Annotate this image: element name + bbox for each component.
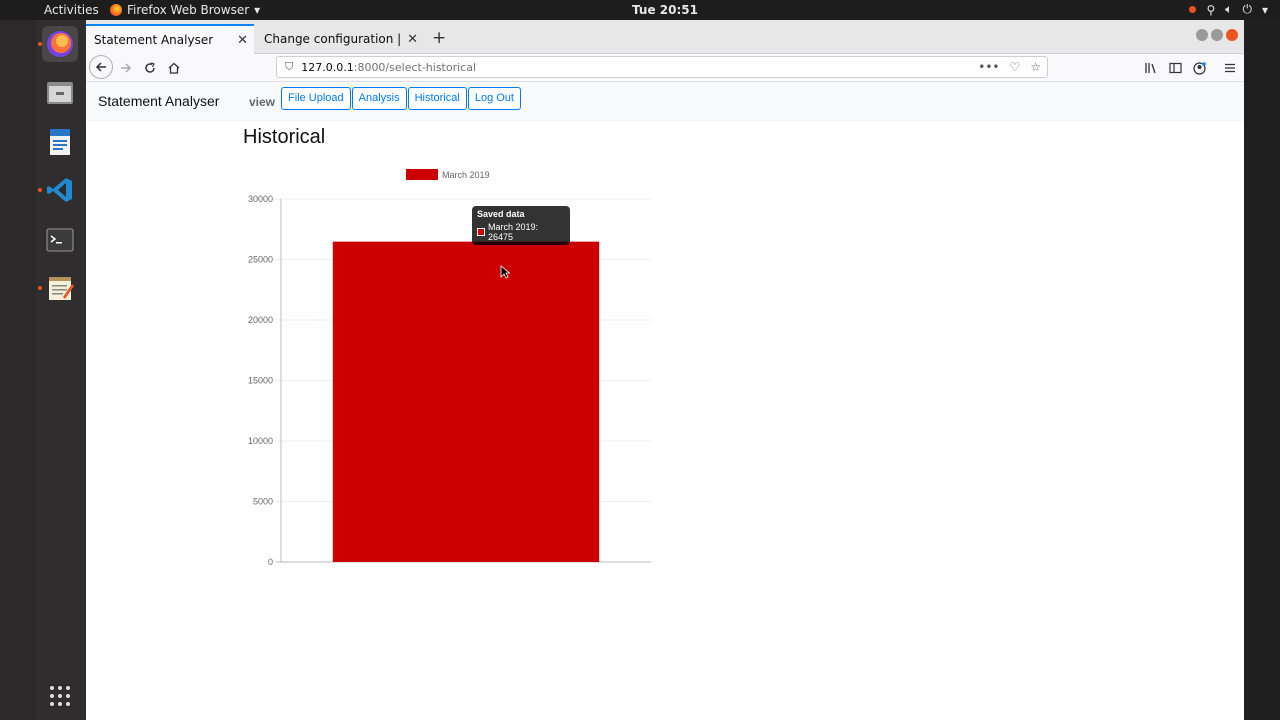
reload-button[interactable] [139,57,161,79]
dock [0,20,36,720]
show-applications-button[interactable] [42,678,78,714]
dock-running-indicator [38,42,42,46]
brand[interactable]: Statement Analyser [98,93,219,109]
volume-icon: 🔈︎ [1225,2,1233,16]
new-tab-button[interactable]: + [432,28,446,48]
y-tick-label: 25000 [248,255,273,265]
app-navbar: Statement Analyser view File Upload Anal… [86,82,1244,122]
home-icon [168,62,180,74]
document-icon [50,129,70,155]
vscode-icon [47,178,72,202]
home-button[interactable] [163,57,185,79]
maximize-button[interactable] [1211,29,1223,41]
dock-running-indicator [38,188,42,192]
pocket-icon[interactable]: ♡ [1009,60,1020,74]
y-tick-label: 5000 [253,497,273,507]
files-icon [47,82,73,104]
hamburger-icon [1225,63,1235,73]
y-tick-label: 20000 [248,315,273,325]
log-out-button[interactable]: Log Out [467,87,521,110]
url-bar[interactable]: ⛉ 127.0.0.1:8000/select-historical ••• ♡… [276,56,1048,78]
y-tick-label: 15000 [248,376,273,386]
chevron-down-icon: ▾ [1261,2,1268,17]
dock-terminal[interactable] [42,222,78,258]
power-icon: ⏻ [1242,2,1252,16]
forward-button[interactable] [115,57,137,79]
tab-strip: Statement Analyser ✕ Change configuratio… [86,20,1244,54]
reload-icon [145,62,155,73]
dock-running-indicator [38,286,42,290]
close-window-button[interactable] [1226,29,1238,41]
mouse-pointer-icon [500,265,510,279]
legend-swatch [406,169,438,180]
menu-button[interactable] [1219,57,1241,79]
file-upload-button[interactable]: File Upload [281,87,351,110]
shield-icon[interactable]: ⛉ [285,60,293,74]
arrow-right-icon [121,63,132,73]
sidebar-icon [1168,62,1182,74]
y-tick-label: 30000 [248,194,273,204]
network-icon: ⚲ [1206,2,1216,17]
app-grid-icon [50,686,70,706]
page-title: Historical [243,126,326,148]
library-button[interactable] [1140,57,1162,79]
clock[interactable]: Tue 20:51 [0,3,1280,17]
legend-label: March 2019 [442,170,490,180]
notification-dot-icon [1189,6,1197,13]
firefox-window: Statement Analyser ✕ Change configuratio… [86,20,1244,720]
tooltip-title: Saved data [477,209,525,219]
bar [332,241,600,562]
close-icon[interactable]: ✕ [407,32,418,47]
historical-bar-chart[interactable]: 0 5000 10000 15000 20000 25000 30000 Saved data… [236,157,656,567]
dock-text-editor[interactable] [42,270,78,306]
bookmark-star-icon[interactable]: ☆ [1030,60,1041,74]
terminal-icon [46,228,74,252]
y-tick-label: 0 [268,557,273,567]
account-button[interactable] [1188,57,1210,79]
tab-title: Change configuration | Djan [264,32,404,46]
desktop-edge [1244,20,1280,720]
close-icon[interactable]: ✕ [237,33,248,48]
tooltip-label: March 2019: 26475 [487,222,538,242]
navigation-toolbar: ⛉ 127.0.0.1:8000/select-historical ••• ♡… [86,54,1244,82]
view-label: view [249,95,276,109]
gnome-top-bar: Activities Firefox Web Browser ▾ Tue 20:… [0,0,1280,20]
tab-statement-analyser[interactable]: Statement Analyser ✕ [86,24,254,54]
tab-change-configuration[interactable]: Change configuration | Djan ✕ [256,24,424,54]
nav-buttons: File Upload Analysis Historical Log Out [281,87,522,110]
page-content: Statement Analyser view File Upload Anal… [86,82,1244,720]
dock-writer[interactable] [42,124,78,160]
analysis-button[interactable]: Analysis [351,87,407,110]
historical-button[interactable]: Historical [407,87,467,110]
arrow-left-icon [95,62,106,72]
tooltip-swatch [477,228,485,236]
text-editor-icon [49,277,74,300]
dock-firefox[interactable] [42,26,78,62]
y-tick-label: 10000 [248,436,273,446]
firefox-icon [47,31,73,57]
account-icon [1192,61,1206,75]
tab-title: Statement Analyser [94,33,214,47]
back-button[interactable] [89,55,113,79]
dock-files[interactable] [42,75,78,111]
url-host: 127.0.0.1 [301,60,354,74]
url-path: :8000/select-historical [353,60,477,74]
more-actions-icon[interactable]: ••• [978,60,999,74]
system-tray[interactable]: ⚲ 🔈︎ ⏻ ▾ [1189,2,1268,17]
dock-vscode[interactable] [42,172,78,208]
minimize-button[interactable] [1196,29,1208,41]
library-icon [1144,63,1156,74]
sidebar-button[interactable] [1164,57,1186,79]
chart-tooltip: Saved data March 2019: 26475 [472,206,570,245]
